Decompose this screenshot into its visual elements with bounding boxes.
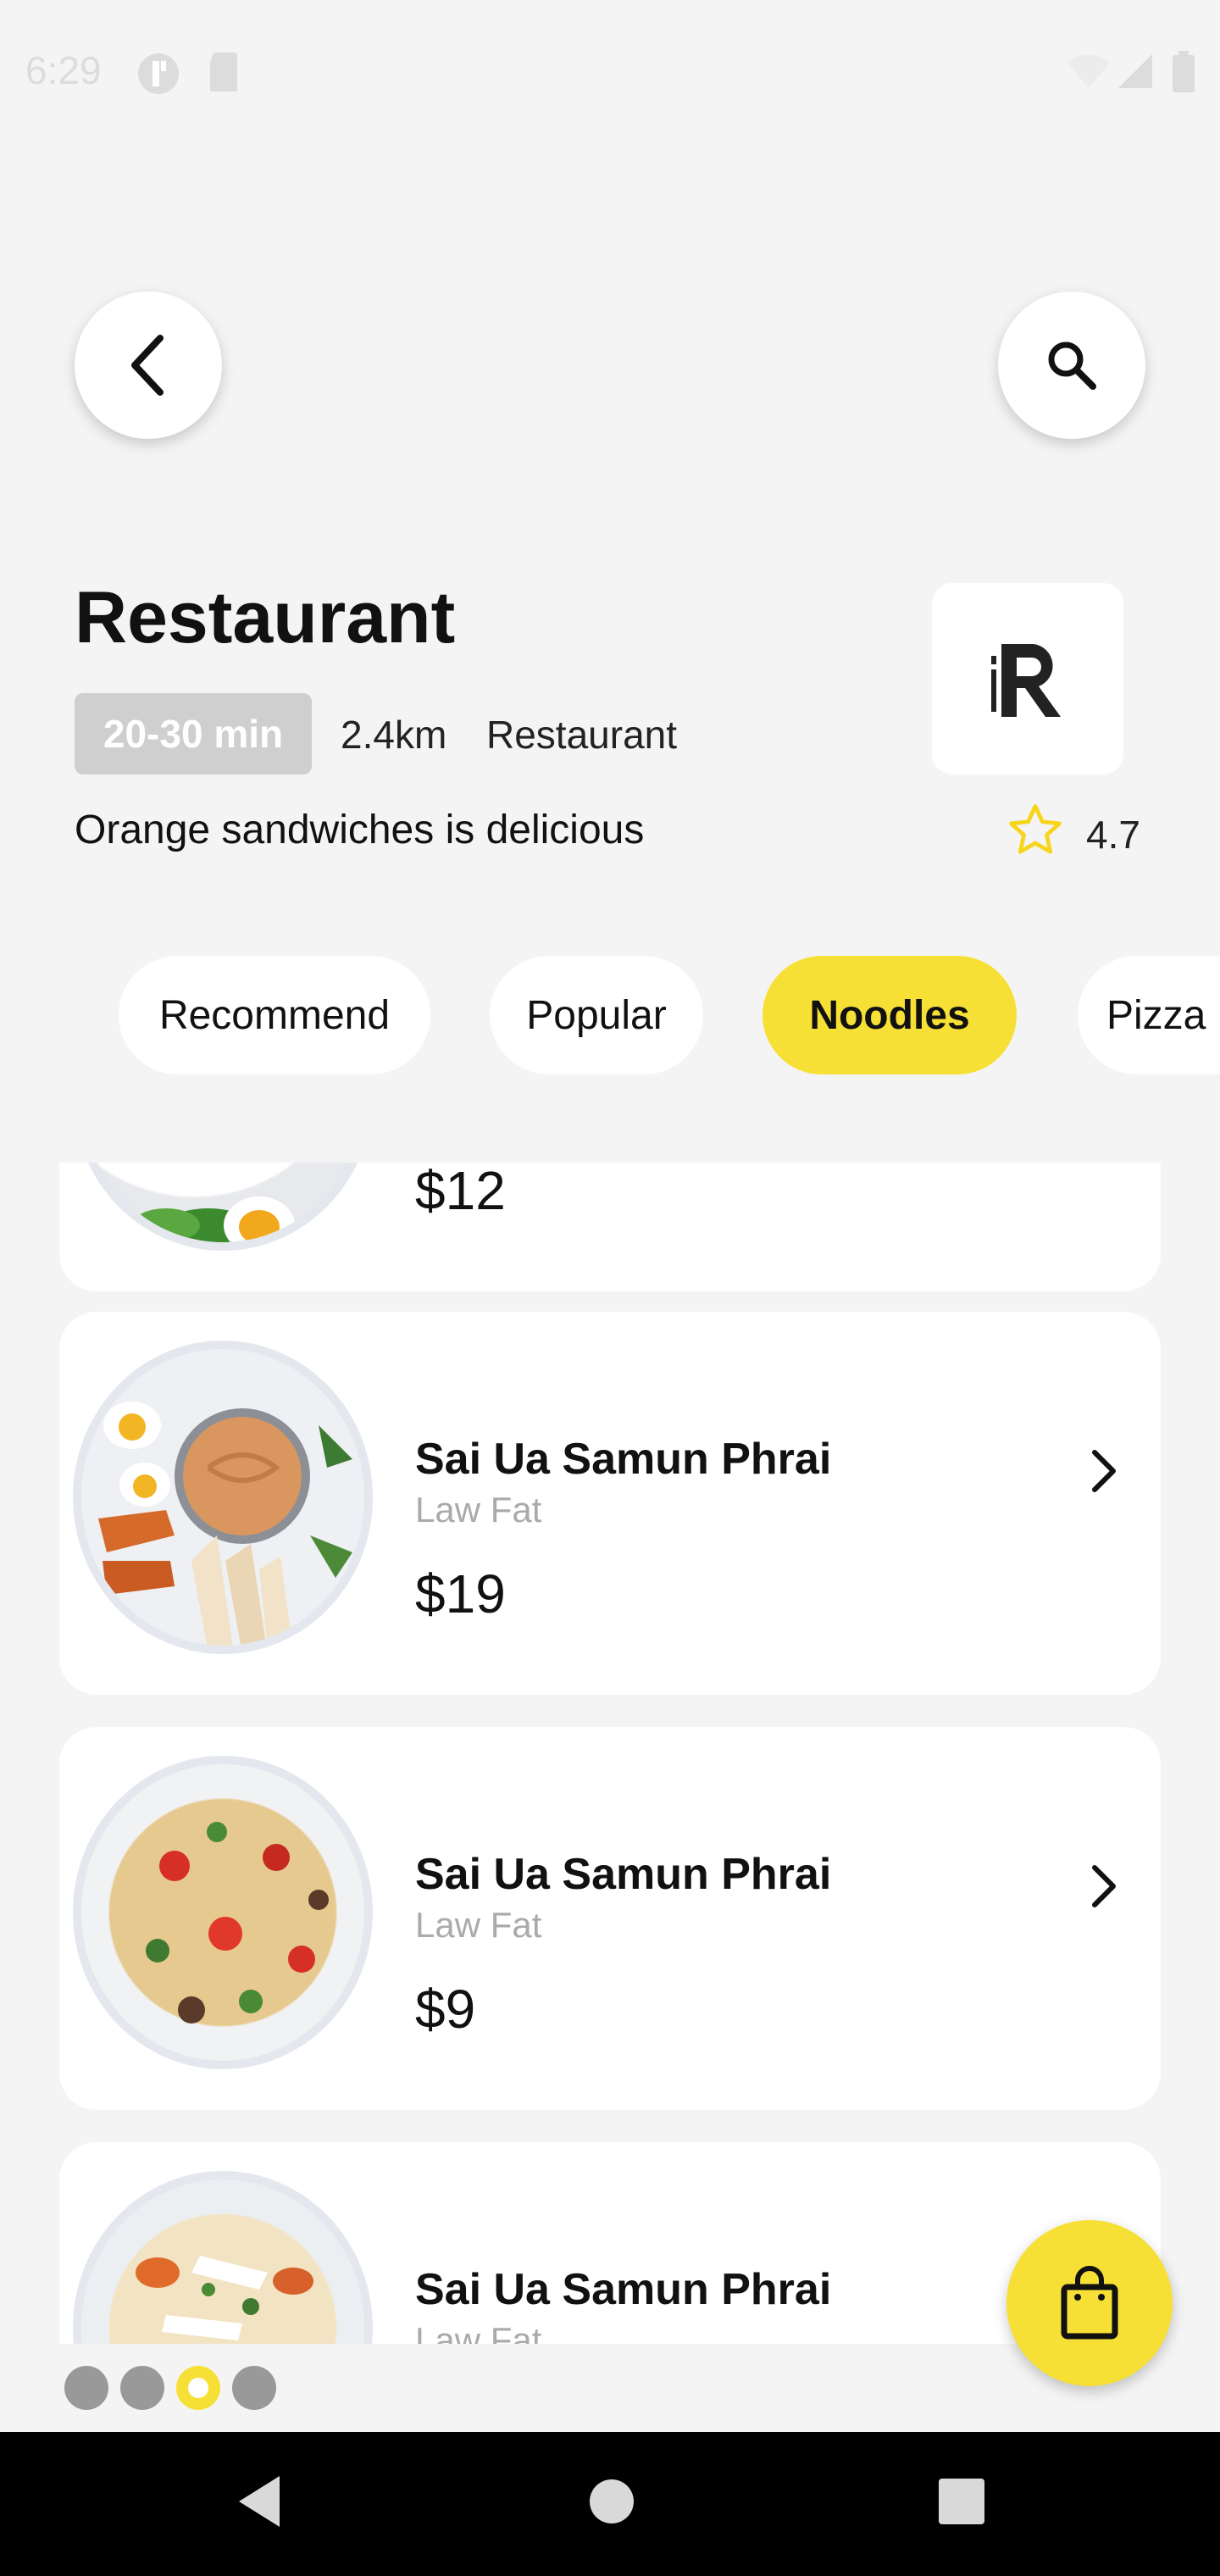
food-image [73, 1163, 373, 1251]
restaurant-logo [932, 583, 1123, 774]
nav-back-icon[interactable] [229, 2468, 288, 2535]
search-button[interactable] [998, 291, 1145, 439]
food-price: $12 [415, 1163, 506, 1221]
food-price: $19 [415, 1563, 506, 1624]
food-photo [136, 2256, 313, 2340]
restaurant-title: Restaurant [75, 577, 456, 658]
battery-icon [1173, 51, 1195, 92]
system-nav-bar [0, 2432, 1220, 2576]
food-name: Sai Ua Samun Phrai [415, 2265, 832, 2314]
delivery-time-badge: 20-30 min [75, 693, 312, 774]
tab-recommend[interactable]: Recommend [119, 956, 430, 1074]
page-dot-active[interactable] [176, 2366, 220, 2410]
nav-home-icon[interactable] [580, 2468, 644, 2535]
food-subtitle: Law Fat [415, 1490, 542, 1530]
page-dot[interactable] [120, 2366, 164, 2410]
status-time: 6:29 [25, 48, 102, 92]
food-name: Sai Ua Samun Phrai [415, 1435, 832, 1484]
tab-popular[interactable]: Popular [490, 956, 703, 1074]
food-subtitle: Law Fat [415, 2320, 542, 2344]
search-icon [1048, 341, 1096, 390]
food-image [73, 2171, 373, 2344]
shield-icon [138, 53, 179, 94]
food-image [73, 1341, 373, 1654]
menu-item-card[interactable]: $12 [59, 1163, 1161, 1291]
food-name: Sai Ua Samun Phrai [415, 1850, 832, 1899]
menu-item-card[interactable]: Sai Ua Samun Phrai Law Fat [59, 2142, 1161, 2344]
signal-icon [1118, 54, 1152, 88]
food-subtitle: Law Fat [415, 1905, 542, 1945]
restaurant-description: Orange sandwiches is delicious [75, 808, 645, 852]
food-photo [132, 1196, 344, 1242]
food-photo [98, 1402, 352, 1646]
shopping-bag-icon [1061, 2266, 1118, 2340]
back-arrow-icon [131, 335, 164, 396]
rating-value: 4.7 [1086, 813, 1140, 857]
chevron-right-icon[interactable] [1086, 1861, 1120, 1912]
category-text: Restaurant [486, 713, 678, 757]
restaurant-logo-icon [991, 644, 1061, 717]
menu-item-card[interactable]: Sai Ua Samun Phrai Law Fat $19 [59, 1312, 1161, 1695]
page-dot[interactable] [232, 2366, 276, 2410]
menu-item-card[interactable]: Sai Ua Samun Phrai Law Fat $9 [59, 1727, 1161, 2110]
menu-list: $12 Sai Ua Samun Phrai Law Fat $19 Sai U… [0, 1163, 1220, 2344]
tab-pizza[interactable]: Pizza [1078, 956, 1220, 1074]
cart-button[interactable] [1006, 2220, 1173, 2386]
back-button[interactable] [75, 291, 222, 439]
sd-card-icon [210, 53, 237, 92]
chevron-right-icon[interactable] [1086, 1446, 1120, 1496]
distance-text: 2.4km [341, 713, 447, 757]
category-tabs: Recommend Popular Noodles Pizza [0, 956, 1220, 1074]
food-image [73, 1756, 373, 2069]
page-dot[interactable] [64, 2366, 108, 2410]
nav-recents-icon[interactable] [932, 2468, 991, 2535]
star-icon [1009, 804, 1062, 854]
food-price: $9 [415, 1979, 476, 2040]
tab-noodles[interactable]: Noodles [762, 956, 1017, 1074]
food-photo [146, 1822, 329, 2024]
status-bar: 6:29 [0, 0, 1220, 149]
wifi-icon [1068, 54, 1110, 88]
